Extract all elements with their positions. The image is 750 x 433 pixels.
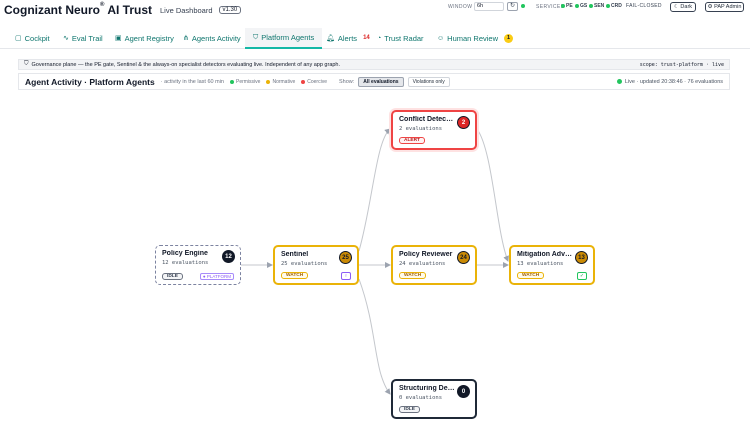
connection-status-dot (521, 4, 525, 8)
live-dot (616, 79, 622, 84)
node-policy-engine[interactable]: Policy Engine 12 evaluations 12 IDLE ● P… (155, 245, 241, 285)
node-conflict-detector[interactable]: Conflict Detector 2 evaluations 2 ALERT (391, 110, 477, 150)
human-review-count: 1 (504, 33, 514, 43)
node-name: Conflict Detector (399, 116, 455, 123)
node-status: ALERT (399, 137, 425, 144)
tab-trust-radar[interactable]: ◔ Trust Radar (377, 28, 424, 48)
governance-banner: ⛉ Governance plane — the PE gate, Sentin… (18, 59, 730, 70)
window-label: WINDOW (448, 4, 473, 10)
moon-icon: ☾ (673, 4, 679, 10)
agent-graph: Policy Engine 12 evaluations 12 IDLE ● P… (18, 91, 730, 433)
node-count-badge: 12 (222, 250, 235, 263)
graph-icon: ⋔ (183, 35, 189, 42)
user-icon: ♀ (341, 272, 351, 280)
service-status-crd: CRD (606, 3, 622, 9)
tab-alerts[interactable]: 🔔︎ Alerts 14 (326, 28, 370, 48)
banner-text: Governance plane — the PE gate, Sentinel… (31, 61, 341, 68)
filter-violations-only[interactable]: Violations only (407, 76, 450, 87)
node-name: Policy Engine (162, 250, 208, 257)
node-policy-reviewer[interactable]: Policy Reviewer 24 evaluations 24 WATCH (391, 245, 477, 285)
node-count-badge: 13 (575, 251, 588, 264)
node-mitigation-advisor[interactable]: Mitigation Advisor 13 evaluations 13 WAT… (509, 245, 595, 285)
version-badge: v1.30 (218, 6, 242, 14)
panel-subtitle: · activity in the last 60 min (160, 78, 224, 85)
node-name: Sentinel (281, 251, 309, 258)
edge-sentinel-structuring-detector (358, 278, 391, 395)
activity-icon: ∿ (63, 35, 69, 42)
node-name: Policy Reviewer (399, 251, 453, 258)
tab-agent-registry[interactable]: ▣ Agent Registry (115, 28, 174, 48)
node-name: Structuring Detector (399, 385, 455, 392)
shield-icon: ⛉ (253, 33, 259, 41)
node-name: Mitigation Advisor (517, 251, 573, 258)
gear-icon: ⚙ (707, 4, 713, 10)
refresh-icon[interactable]: ↻ (507, 2, 518, 11)
node-structuring-detector[interactable]: Structuring Detector 0 evaluations 0 IDL… (391, 379, 477, 419)
radar-icon: ◔ (377, 34, 382, 42)
check-icon: ✓ (577, 272, 587, 280)
service-status-pe: PE (561, 3, 573, 9)
edge-sentinel-conflict-detector (358, 128, 391, 252)
shield-icon: ⛉ (24, 61, 29, 67)
edge-conflict-detector-mitigation-advisor (476, 128, 509, 262)
node-status: WATCH (399, 272, 427, 279)
legend-normative: Normative (266, 79, 295, 85)
filter-all-evaluations[interactable]: All evaluations (358, 76, 404, 87)
tab-platform-agents[interactable]: ⛉ Platform Agents (245, 28, 323, 49)
user-menu-button[interactable]: ⚙ PAP Admin (705, 2, 744, 12)
tab-cockpit[interactable]: ▢ Cockpit (15, 28, 50, 48)
tab-eval-trail[interactable]: ∿ Eval Trail (63, 28, 103, 48)
panel-header: Agent Activity · Platform Agents · activ… (18, 73, 730, 90)
fail-mode-label: FAIL-CLOSED (626, 3, 662, 9)
legend-permissive: Permissive (230, 79, 260, 85)
show-label: Show: (338, 78, 355, 85)
live-status: Live · updated 20:38:46 · 76 evaluations (616, 79, 723, 85)
tab-human-review[interactable]: ☺ Human Review 1 (437, 28, 514, 48)
graph-edges (241, 128, 509, 395)
node-status: IDLE (399, 406, 420, 413)
cockpit-icon: ▢ (15, 35, 22, 42)
node-status: WATCH (517, 272, 545, 279)
bell-icon: 🔔︎ (326, 35, 335, 42)
tab-bar: ▢ Cockpit ∿ Eval Trail ▣ Agent Registry ⋔ Ag… (0, 28, 750, 49)
node-count-badge: 24 (457, 251, 470, 264)
person-icon: ☺ (437, 34, 445, 42)
dashboard-subtitle: Live Dashboard (159, 5, 213, 15)
alerts-count: 14 (363, 35, 370, 41)
service-status-gs: GS (575, 3, 587, 9)
window-select[interactable]: 6h (474, 2, 504, 11)
node-sentinel[interactable]: Sentinel 25 evaluations 25 WATCH ♀ (273, 245, 359, 285)
platform-tag: ● PLATFORM (199, 273, 234, 280)
service-status-sen: SEN (589, 3, 604, 9)
panel-title: Agent Activity · Platform Agents (25, 76, 155, 87)
brand-title: Cognizant Neuro® AI Trust (4, 2, 152, 17)
node-count-badge: 2 (457, 116, 470, 129)
node-status: WATCH (281, 272, 309, 279)
node-status: IDLE (162, 273, 183, 280)
registry-icon: ▣ (115, 35, 122, 42)
dark-mode-button[interactable]: ☾ Dark (670, 2, 696, 12)
tab-agents-activity[interactable]: ⋔ Agents Activity (183, 28, 241, 48)
legend-coercive: Coercive (301, 79, 327, 85)
node-count-badge: 0 (457, 385, 470, 398)
scope-label: scope: trust-platform · live (639, 61, 724, 68)
node-count-badge: 25 (339, 251, 352, 264)
